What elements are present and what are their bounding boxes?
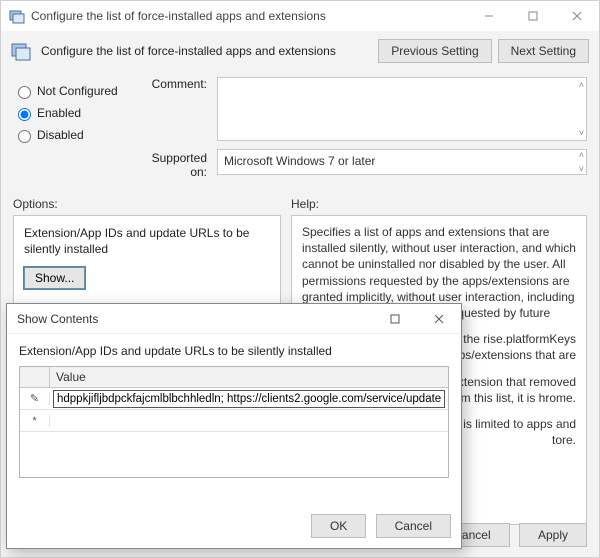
maximize-button[interactable] xyxy=(511,1,555,31)
minimize-button[interactable] xyxy=(467,1,511,31)
options-field-label: Extension/App IDs and update URLs to be … xyxy=(24,226,270,257)
next-setting-button[interactable]: Next Setting xyxy=(498,39,589,63)
scroll-up-icon[interactable]: ˄ xyxy=(579,150,584,160)
radio-label: Disabled xyxy=(37,128,84,142)
values-grid[interactable]: Value ✎ * xyxy=(19,366,449,478)
dialog-close-button[interactable] xyxy=(417,304,461,334)
policy-icon xyxy=(9,8,25,24)
header-title: Configure the list of force-installed ap… xyxy=(41,44,372,58)
grid-row[interactable]: ✎ xyxy=(20,388,448,410)
scroll-down-icon[interactable]: ˅ xyxy=(579,164,584,174)
radio-not-configured-input[interactable] xyxy=(18,86,31,99)
comment-label: Comment: xyxy=(137,77,217,91)
radio-label: Enabled xyxy=(37,106,81,120)
dialog-title: Show Contents xyxy=(17,312,373,326)
supported-on-value: Microsoft Windows 7 or later xyxy=(224,154,375,168)
radio-disabled-input[interactable] xyxy=(18,130,31,143)
radio-disabled[interactable]: Disabled xyxy=(13,127,137,143)
show-contents-dialog: Show Contents Extension/App IDs and upda… xyxy=(6,303,462,549)
dialog-ok-button[interactable]: OK xyxy=(311,514,366,538)
window-title: Configure the list of force-installed ap… xyxy=(31,9,467,23)
grid-header: Value xyxy=(20,367,448,388)
help-heading: Help: xyxy=(291,197,587,211)
policy-icon xyxy=(11,40,33,62)
radio-label: Not Configured xyxy=(37,84,118,98)
grid-header-value: Value xyxy=(50,367,448,387)
close-button[interactable] xyxy=(555,1,599,31)
comment-textarea[interactable]: ˄ ˅ xyxy=(217,77,587,141)
grid-new-row[interactable]: * xyxy=(20,410,448,432)
new-row-icon: * xyxy=(20,415,50,427)
header: Configure the list of force-installed ap… xyxy=(1,31,599,71)
apply-button[interactable]: Apply xyxy=(519,523,587,547)
scroll-up-icon[interactable]: ˄ xyxy=(579,80,584,90)
dialog-maximize-button[interactable] xyxy=(373,304,417,334)
radio-enabled[interactable]: Enabled xyxy=(13,105,137,121)
grid-header-row-selector xyxy=(20,367,50,387)
title-bar: Configure the list of force-installed ap… xyxy=(1,1,599,31)
options-heading: Options: xyxy=(13,197,291,211)
dialog-field-label: Extension/App IDs and update URLs to be … xyxy=(19,344,449,358)
previous-setting-button[interactable]: Previous Setting xyxy=(378,39,491,63)
dialog-footer: OK Cancel xyxy=(305,514,451,538)
state-radio-group: Not Configured Enabled Disabled xyxy=(13,77,137,179)
radio-enabled-input[interactable] xyxy=(18,108,31,121)
supported-on-field: Microsoft Windows 7 or later ˄ ˅ xyxy=(217,149,587,175)
edit-row-icon: ✎ xyxy=(20,392,50,405)
scroll-down-icon[interactable]: ˅ xyxy=(579,128,584,138)
dialog-cancel-button[interactable]: Cancel xyxy=(376,514,451,538)
dialog-title-bar: Show Contents xyxy=(7,304,461,334)
show-button[interactable]: Show... xyxy=(24,267,85,289)
radio-not-configured[interactable]: Not Configured xyxy=(13,83,137,99)
supported-on-label: Supported on: xyxy=(137,149,217,179)
value-input[interactable] xyxy=(54,391,444,407)
